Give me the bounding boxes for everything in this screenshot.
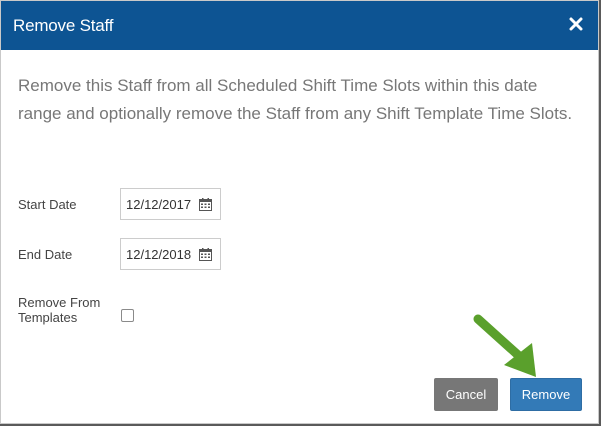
dialog-header: Remove Staff xyxy=(1,1,598,50)
calendar-icon[interactable] xyxy=(199,248,212,261)
close-icon[interactable] xyxy=(568,14,584,34)
cancel-button[interactable]: Cancel xyxy=(434,378,498,411)
green-arrow-icon xyxy=(473,314,536,377)
dialog-description: Remove this Staff from all Scheduled Shi… xyxy=(18,76,573,123)
end-date-label: End Date xyxy=(18,247,73,262)
remove-from-templates-label: Remove From Templates xyxy=(18,295,101,325)
start-date-value: 12/12/2017 xyxy=(126,197,192,212)
remove-staff-dialog: Remove Staff Remove this Staff from all … xyxy=(0,0,599,424)
start-date-input[interactable]: 12/12/2017 xyxy=(120,188,221,220)
remove-from-templates-checkbox[interactable] xyxy=(121,309,134,322)
end-date-input[interactable]: 12/12/2018 xyxy=(120,238,221,270)
dialog-title: Remove Staff xyxy=(13,16,114,35)
calendar-icon[interactable] xyxy=(199,198,212,211)
remove-button[interactable]: Remove xyxy=(510,378,582,411)
start-date-label: Start Date xyxy=(18,197,77,212)
end-date-value: 12/12/2018 xyxy=(126,247,192,262)
